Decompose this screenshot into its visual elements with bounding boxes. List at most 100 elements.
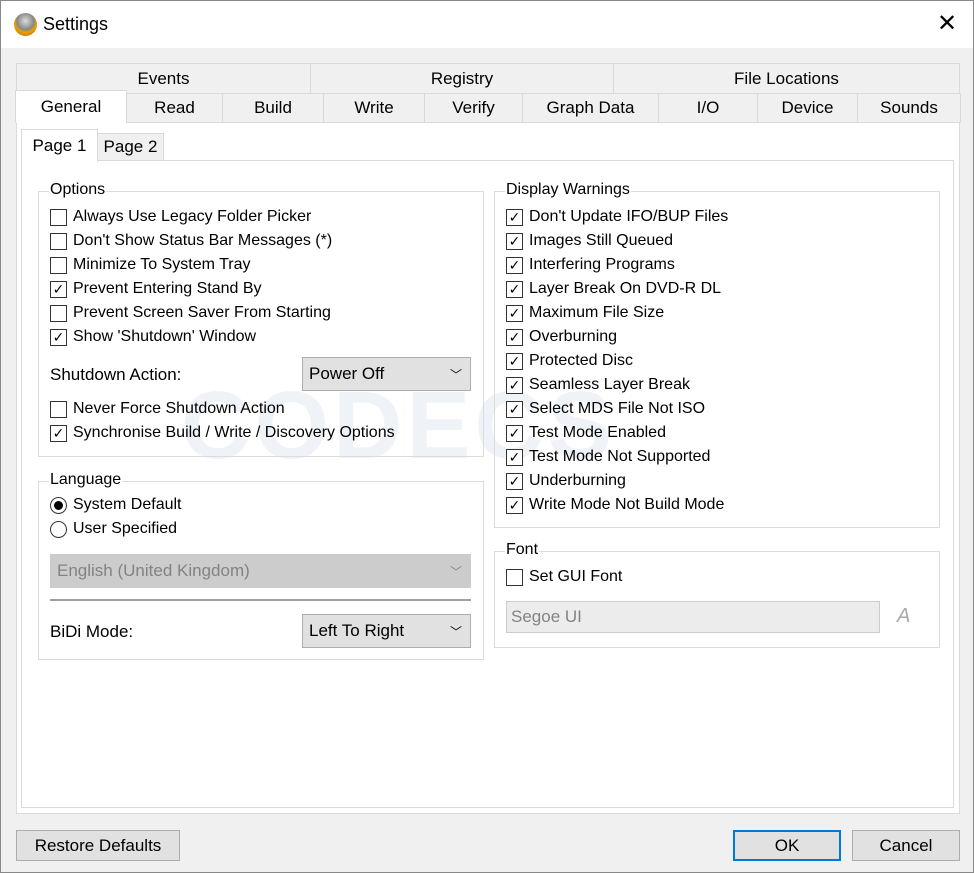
- checkbox[interactable]: ✓: [506, 208, 523, 226]
- language-radio[interactable]: User Specified: [50, 518, 177, 540]
- checkbox[interactable]: ✓: [50, 280, 67, 298]
- option-checkbox[interactable]: Always Use Legacy Folder Picker: [50, 206, 311, 228]
- checkbox[interactable]: ✓: [506, 232, 523, 250]
- bidi-mode-value: Left To Right: [309, 621, 405, 640]
- option-checkbox[interactable]: Minimize To System Tray: [50, 254, 251, 276]
- tab-label: I/O: [696, 98, 720, 117]
- tab-write[interactable]: Write: [323, 93, 425, 123]
- cancel-button[interactable]: Cancel: [852, 830, 960, 861]
- bidi-mode-select[interactable]: Left To Right ﹀: [302, 614, 471, 648]
- tab-label: File Locations: [734, 68, 839, 88]
- checkbox[interactable]: ✓: [506, 424, 523, 442]
- warning-checkbox[interactable]: ✓ Protected Disc: [506, 350, 633, 372]
- checkbox[interactable]: ✓: [506, 352, 523, 370]
- warning-checkbox[interactable]: ✓ Layer Break On DVD-R DL: [506, 278, 721, 300]
- bidi-mode-label: BiDi Mode:: [50, 622, 134, 641]
- radio-label: System Default: [73, 496, 182, 513]
- warning-checkbox[interactable]: ✓ Overburning: [506, 326, 617, 348]
- radio[interactable]: [50, 520, 67, 538]
- tab-build[interactable]: Build: [222, 93, 324, 123]
- language-radio[interactable]: System Default: [50, 494, 181, 516]
- warning-checkbox[interactable]: ✓ Don't Update IFO/BUP Files: [506, 206, 728, 228]
- options-title: Options: [49, 181, 107, 199]
- warning-checkbox[interactable]: ✓ Select MDS File Not ISO: [506, 398, 705, 420]
- checkbox[interactable]: [50, 256, 67, 274]
- subtab-label: Page 1: [32, 136, 87, 155]
- checkbox[interactable]: ✓: [506, 328, 523, 346]
- checkbox[interactable]: [50, 304, 67, 322]
- tab-label: Events: [137, 68, 190, 88]
- warning-checkbox[interactable]: ✓ Underburning: [506, 470, 626, 492]
- option-checkbox[interactable]: Don't Show Status Bar Messages (*): [50, 230, 332, 252]
- restore-defaults-button[interactable]: Restore Defaults: [16, 830, 180, 861]
- font-title: Font: [505, 541, 540, 559]
- tab-file-locations[interactable]: File Locations: [613, 63, 960, 94]
- tab-graph-data[interactable]: Graph Data: [522, 93, 659, 123]
- checkbox[interactable]: ✓: [506, 376, 523, 394]
- checkbox-label: Layer Break On DVD-R DL: [529, 280, 722, 297]
- tab-general[interactable]: General: [15, 90, 127, 123]
- checkbox[interactable]: [50, 208, 67, 226]
- subtab-page-1[interactable]: Page 1: [21, 129, 98, 162]
- checkbox-label: Test Mode Not Supported: [529, 448, 711, 465]
- warning-checkbox[interactable]: ✓ Write Mode Not Build Mode: [506, 494, 724, 516]
- checkbox-label: Maximum File Size: [529, 304, 665, 321]
- tab-device[interactable]: Device: [757, 93, 858, 123]
- checkbox-label: Images Still Queued: [529, 232, 674, 249]
- checkbox[interactable]: ✓: [506, 448, 523, 466]
- chevron-down-icon: ﹀: [449, 368, 462, 382]
- window-title: Settings: [43, 14, 109, 34]
- warning-checkbox[interactable]: ✓ Maximum File Size: [506, 302, 664, 324]
- checkbox[interactable]: ✓: [506, 304, 523, 322]
- language-select: English (United Kingdom) ﹀: [50, 554, 471, 588]
- radio[interactable]: [50, 496, 67, 514]
- warning-checkbox[interactable]: ✓ Test Mode Not Supported: [506, 446, 710, 468]
- warning-checkbox[interactable]: ✓ Images Still Queued: [506, 230, 673, 252]
- checkbox-label: Don't Show Status Bar Messages (*): [73, 232, 333, 249]
- tab-label: Read: [154, 98, 195, 117]
- warning-checkbox[interactable]: ✓ Test Mode Enabled: [506, 422, 666, 444]
- tab-i-o[interactable]: I/O: [658, 93, 758, 123]
- tab-label: Verify: [452, 98, 495, 117]
- close-icon[interactable]: ✕: [937, 9, 957, 38]
- checkbox[interactable]: ✓: [506, 472, 523, 490]
- checkbox-label: Test Mode Enabled: [529, 424, 666, 441]
- tab-label: Sounds: [880, 98, 938, 117]
- checkbox[interactable]: [50, 232, 67, 250]
- checkbox[interactable]: ✓: [50, 328, 67, 346]
- language-value: English (United Kingdom): [57, 561, 250, 580]
- option-checkbox[interactable]: ✓ Show 'Shutdown' Window: [50, 326, 256, 348]
- tab-verify[interactable]: Verify: [424, 93, 523, 123]
- option-checkbox[interactable]: Never Force Shutdown Action: [50, 398, 285, 420]
- checkbox[interactable]: ✓: [506, 280, 523, 298]
- checkbox-label: Write Mode Not Build Mode: [529, 496, 725, 513]
- ok-button[interactable]: OK: [733, 830, 841, 861]
- tab-registry[interactable]: Registry: [310, 63, 614, 94]
- warnings-title: Display Warnings: [505, 181, 631, 199]
- checkbox[interactable]: ✓: [506, 496, 523, 514]
- tab-label: Registry: [430, 68, 494, 88]
- tab-read[interactable]: Read: [126, 93, 223, 123]
- checkbox[interactable]: ✓: [50, 424, 67, 442]
- checkbox-label: Synchronise Build / Write / Discovery Op…: [73, 424, 395, 441]
- checkbox-label: Overburning: [529, 328, 618, 345]
- set-gui-font-checkbox[interactable]: Set GUI Font: [506, 566, 622, 588]
- checkbox[interactable]: ✓: [506, 256, 523, 274]
- tab-sounds[interactable]: Sounds: [857, 93, 961, 123]
- option-checkbox[interactable]: ✓ Prevent Entering Stand By: [50, 278, 262, 300]
- chevron-down-icon: ﹀: [449, 625, 462, 639]
- warning-checkbox[interactable]: ✓ Interfering Programs: [506, 254, 675, 276]
- option-checkbox[interactable]: Prevent Screen Saver From Starting: [50, 302, 331, 324]
- checkbox[interactable]: [506, 568, 523, 586]
- option-checkbox[interactable]: ✓ Synchronise Build / Write / Discovery O…: [50, 422, 395, 444]
- checkbox-label: Underburning: [529, 472, 626, 489]
- warning-checkbox[interactable]: ✓ Seamless Layer Break: [506, 374, 690, 396]
- divider: [50, 599, 471, 601]
- radio-label: User Specified: [73, 520, 178, 537]
- checkbox[interactable]: ✓: [506, 400, 523, 418]
- tab-label: Write: [354, 98, 394, 117]
- subtab-page-2[interactable]: Page 2: [97, 133, 164, 161]
- shutdown-action-select[interactable]: Power Off ﹀: [302, 357, 471, 391]
- checkbox-label: Protected Disc: [529, 352, 634, 369]
- checkbox[interactable]: [50, 400, 67, 418]
